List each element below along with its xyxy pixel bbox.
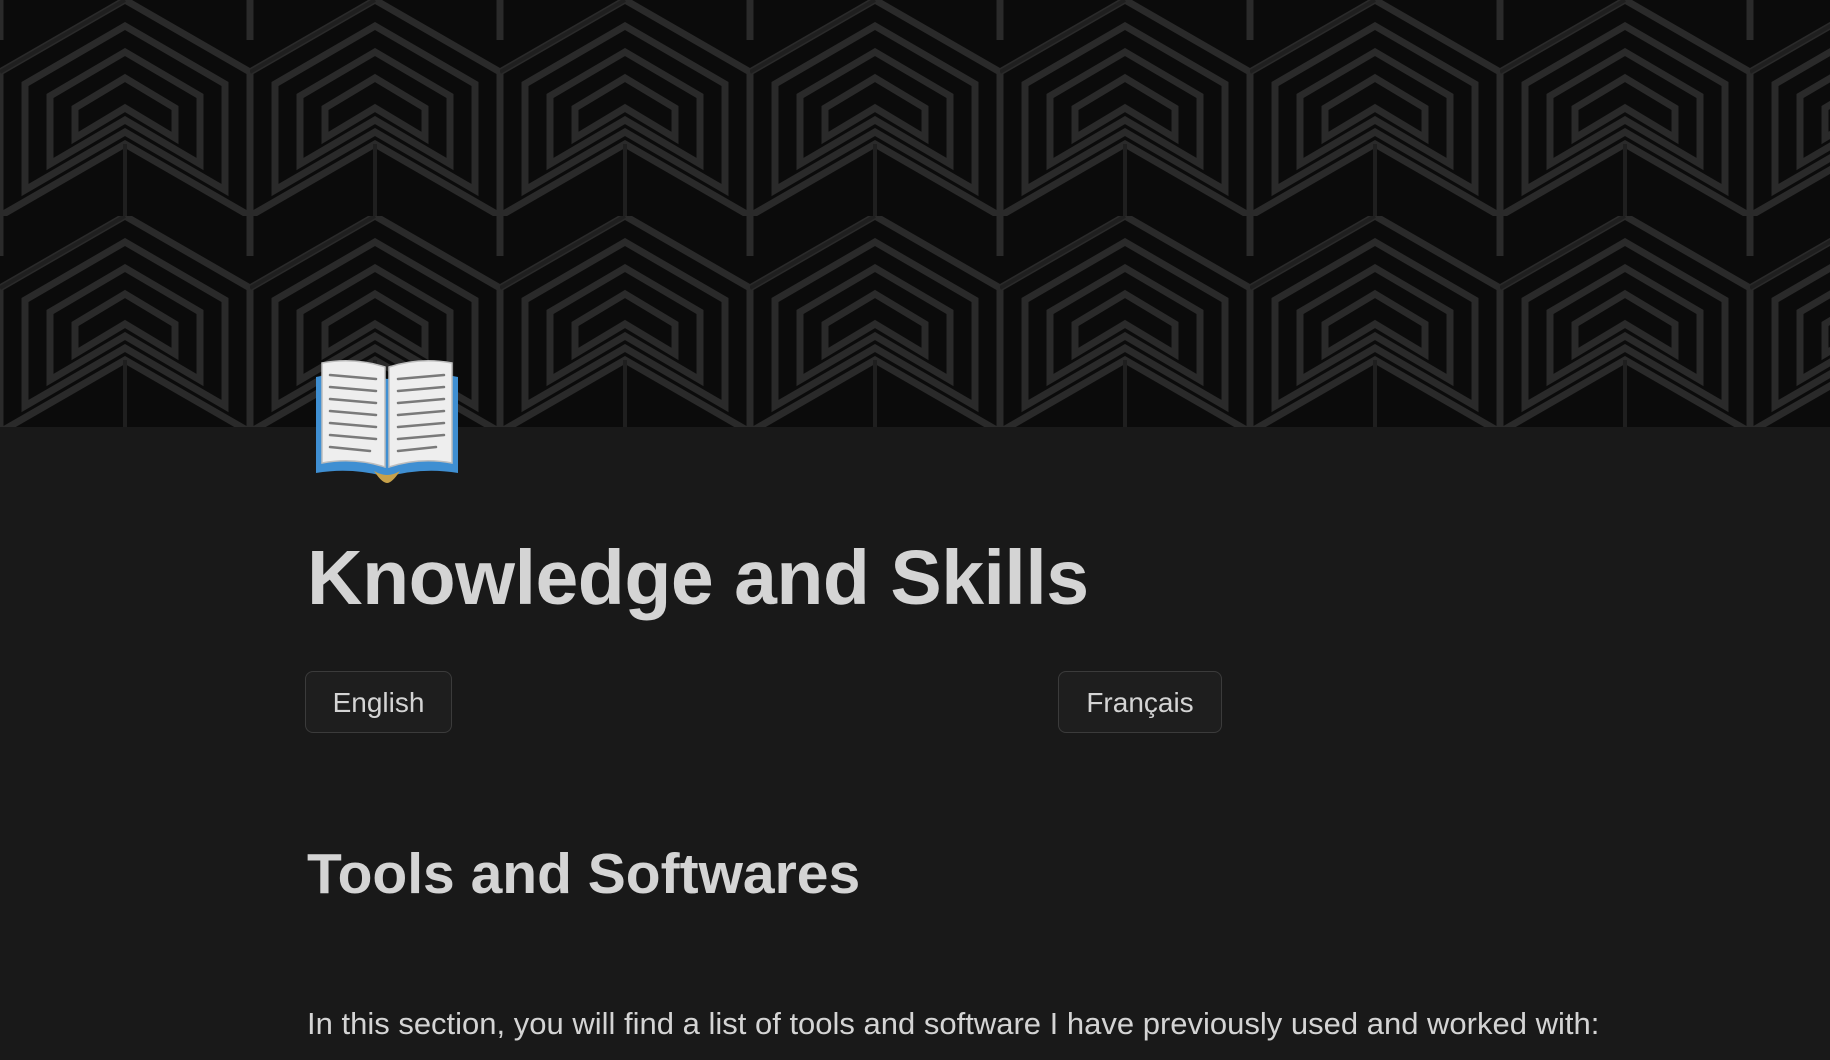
open-book-icon[interactable] bbox=[312, 355, 462, 485]
section-intro-text: In this section, you will find a list of… bbox=[307, 1006, 1600, 1041]
page: Knowledge and Skills English Français To… bbox=[0, 0, 1830, 1060]
page-title: Knowledge and Skills bbox=[307, 535, 1089, 621]
section-heading: Tools and Softwares bbox=[307, 842, 861, 906]
english-button[interactable]: English bbox=[305, 671, 452, 733]
cover-image bbox=[0, 0, 1830, 427]
cover-pattern bbox=[0, 0, 1830, 427]
french-button[interactable]: Français bbox=[1058, 671, 1222, 733]
